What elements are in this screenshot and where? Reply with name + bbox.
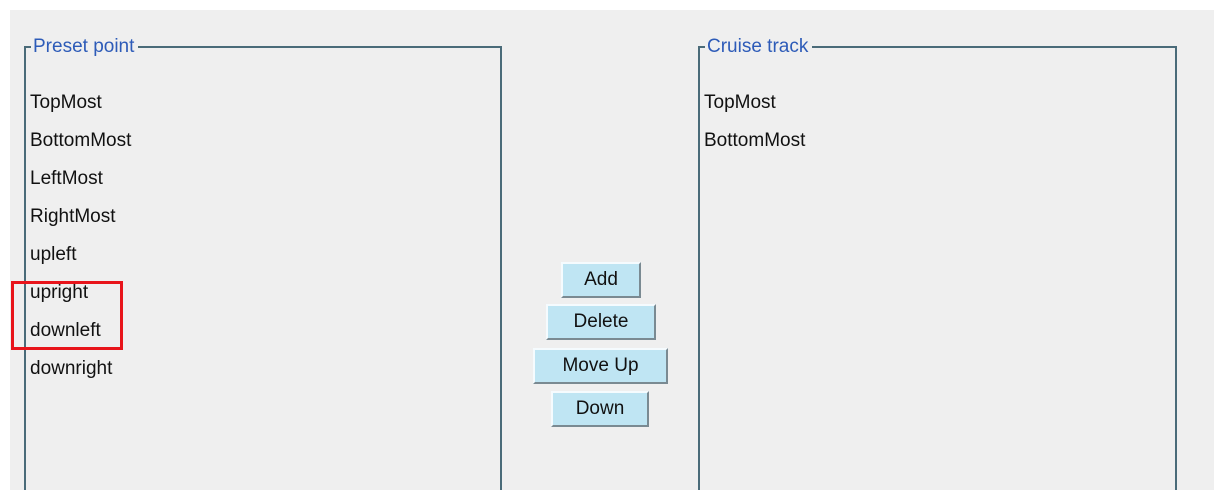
preset-item-leftmost[interactable]: LeftMost bbox=[30, 167, 131, 205]
preset-item-rightmost[interactable]: RightMost bbox=[30, 205, 131, 243]
cruise-track-panel: Cruise track TopMost BottomMost bbox=[698, 35, 1177, 490]
move-up-button[interactable]: Move Up bbox=[533, 348, 668, 384]
cruise-track-title: Cruise track bbox=[705, 35, 813, 59]
preset-point-panel: Preset point TopMost BottomMost LeftMost… bbox=[24, 35, 502, 490]
cruise-track-list[interactable]: TopMost BottomMost bbox=[704, 91, 805, 167]
preset-item-bottommost[interactable]: BottomMost bbox=[30, 129, 131, 167]
delete-button[interactable]: Delete bbox=[546, 304, 656, 340]
preset-item-downright[interactable]: downright bbox=[30, 357, 131, 395]
preset-point-title: Preset point bbox=[31, 35, 139, 59]
cruise-item-topmost[interactable]: TopMost bbox=[704, 91, 805, 129]
preset-item-topmost[interactable]: TopMost bbox=[30, 91, 131, 129]
selection-highlight-box bbox=[11, 281, 123, 350]
cruise-item-bottommost[interactable]: BottomMost bbox=[704, 129, 805, 167]
down-button[interactable]: Down bbox=[551, 391, 649, 427]
preset-item-upleft[interactable]: upleft bbox=[30, 243, 131, 281]
add-button[interactable]: Add bbox=[561, 262, 641, 298]
page-canvas: Preset point TopMost BottomMost LeftMost… bbox=[0, 0, 1214, 490]
